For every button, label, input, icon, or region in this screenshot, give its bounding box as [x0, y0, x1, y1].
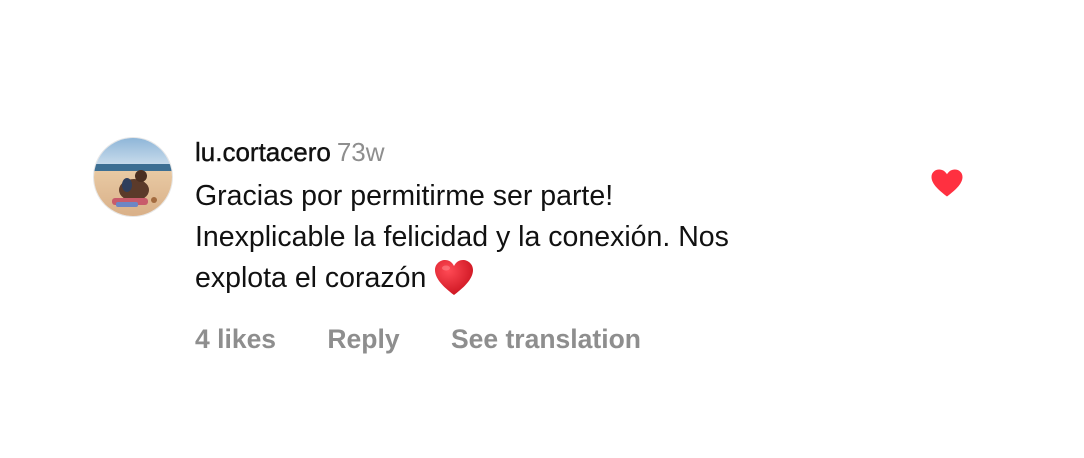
avatar-photo [94, 138, 172, 216]
comment-timestamp: 73w [336, 137, 385, 167]
avatar[interactable] [94, 138, 172, 216]
comment-text: Gracias por permitirme ser parte! Inexpl… [195, 176, 875, 299]
heart-icon [931, 169, 963, 197]
comment-item: lu.cortacero 73w Gracias por permitirme s… [94, 134, 994, 364]
heart-emoji-icon [435, 260, 474, 295]
comment-meta: lu.cortacero 73w [195, 134, 895, 170]
username-link[interactable]: lu.cortacero [195, 137, 331, 167]
likes-count[interactable]: 4 likes [195, 321, 276, 357]
reply-button[interactable]: Reply [327, 321, 399, 357]
comment-text-line: Inexplicable la felicidad y la conexión.… [195, 221, 729, 253]
comment-text-line: explota el corazón [195, 262, 427, 294]
comment-text-line-last: explota el corazón [195, 258, 875, 299]
like-button[interactable] [930, 168, 964, 198]
comment-text-line: Gracias por permitirme ser parte! [195, 180, 614, 212]
see-translation-button[interactable]: See translation [451, 321, 641, 357]
comment-actions: 4 likes Reply See translation [195, 321, 895, 357]
comment-body: lu.cortacero 73w Gracias por permitirme s… [195, 134, 895, 357]
